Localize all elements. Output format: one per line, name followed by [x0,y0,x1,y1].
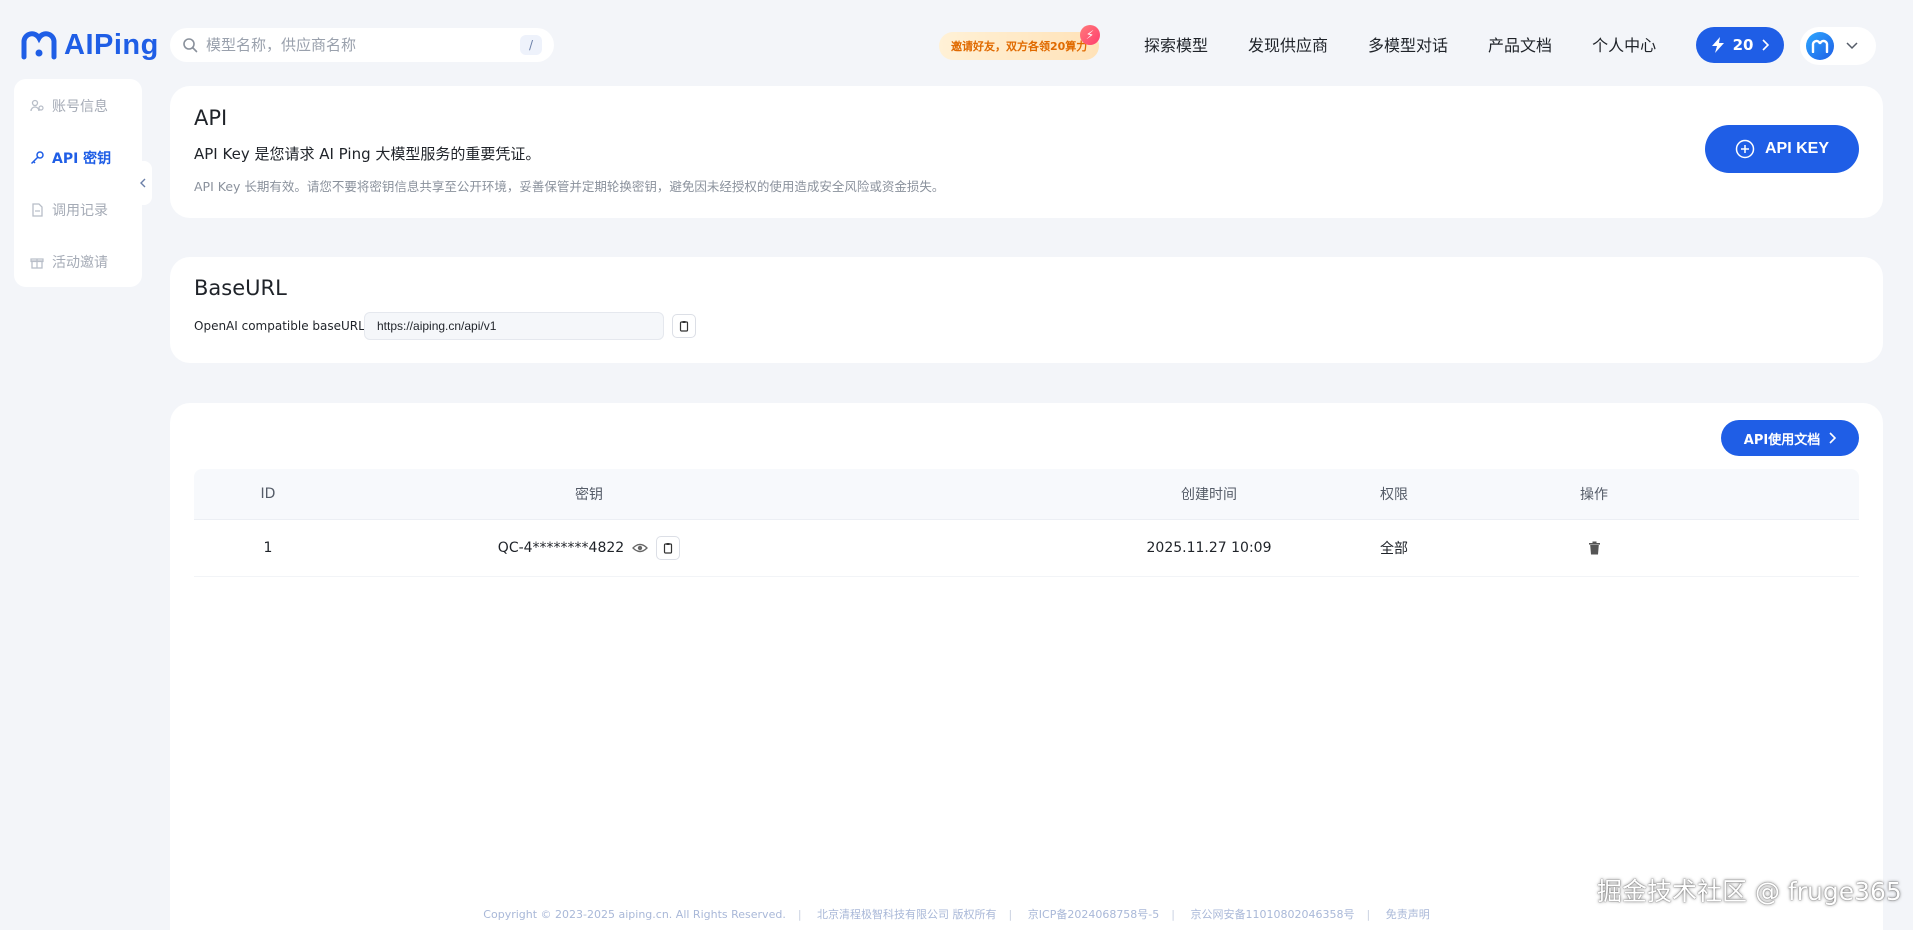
top-header: AIPing / 邀请好友，双方各领20算力 ⚡ 探索模型 发现供应商 多模型对… [0,0,1913,90]
chevron-right-icon [1762,39,1770,51]
user-menu[interactable] [1800,27,1876,65]
nav-product-docs[interactable]: 产品文档 [1488,33,1552,59]
chevron-right-icon [1829,432,1837,444]
column-header-actions: 操作 [1580,487,1608,503]
column-header-key: 密钥 [575,487,603,503]
chevron-left-icon [140,178,146,188]
baseurl-card: BaseURL OpenAI compatible baseURL: [170,257,1883,363]
baseurl-title: BaseURL [194,276,287,300]
column-header-id: ID [260,486,276,502]
table-row: 1 QC-4********4822 2025.11.27 10:09 全部 [194,520,1859,577]
search-input[interactable] [206,36,520,54]
avatar[interactable] [1806,32,1834,60]
bolt-icon [1711,37,1724,53]
avatar-logo-icon [1811,39,1829,53]
column-header-permission: 权限 [1380,487,1408,503]
key-icon [30,151,44,165]
create-api-key-label: API KEY [1764,140,1829,157]
sidebar-item-label: 活动邀请 [52,255,108,271]
footer: Copyright © 2023-2025 aiping.cn. All Rig… [483,908,1430,921]
sidebar-item-label: 账号信息 [52,99,108,115]
api-security-note: API Key 长期有效。请您不要将密钥信息共享至公开环境，妥善保管并定期轮换密… [194,179,945,194]
invite-promo-banner[interactable]: 邀请好友，双方各领20算力 [939,32,1100,60]
trash-icon[interactable] [1588,541,1601,555]
row-permission: 全部 [1380,541,1408,557]
row-actions [1494,520,1694,576]
footer-police-link[interactable]: 京公网安备11010802046358号 [1191,908,1355,921]
baseurl-label: OpenAI compatible baseURL: [194,319,369,333]
credits-button[interactable]: 20 [1696,27,1784,63]
footer-disclaimer-link[interactable]: 免责声明 [1386,908,1430,921]
plus-circle-icon [1735,139,1755,159]
baseurl-field[interactable] [364,312,664,340]
sidebar-collapse-toggle[interactable] [134,161,152,205]
chevron-down-icon [1846,42,1858,50]
nav-discover-providers[interactable]: 发现供应商 [1248,33,1328,59]
search-icon [183,38,198,53]
api-docs-label: API使用文档 [1743,432,1821,448]
search-bar[interactable]: / [170,28,554,62]
document-icon [32,203,43,217]
logo-text: AIPing [64,28,159,61]
nav-personal-center[interactable]: 个人中心 [1592,33,1656,59]
row-created-time: 2025.11.27 10:09 [1146,540,1272,556]
lightning-badge-icon: ⚡ [1080,25,1100,45]
api-card-title: API [194,106,228,130]
copy-key-button[interactable] [656,536,681,560]
eye-icon[interactable] [632,542,649,554]
credits-count: 20 [1732,36,1754,54]
sidebar: 账号信息 API 密钥 调用记录 活动邀请 [14,79,142,287]
footer-icp-link[interactable]: 京ICP备2024068758号-5 [1028,908,1160,921]
footer-copyright: Copyright © 2023-2025 aiping.cn. All Rig… [483,908,786,921]
sidebar-item-call-records[interactable]: 调用记录 [30,200,108,220]
logo-mark-icon [21,31,57,60]
sidebar-item-account[interactable]: 账号信息 [30,96,108,116]
footer-company: 北京清程极智科技有限公司 版权所有 [817,908,997,921]
row-id: 1 [263,540,273,556]
create-api-key-button[interactable]: API KEY [1705,125,1859,173]
column-header-created: 创建时间 [1181,487,1237,503]
sidebar-item-label: 调用记录 [52,203,108,219]
row-key-cell: QC-4********4822 [474,520,704,576]
copy-icon [664,543,673,554]
nav-explore-models[interactable]: 探索模型 [1144,33,1208,59]
sidebar-item-api-key[interactable]: API 密钥 [30,148,111,168]
nav-multi-model-chat[interactable]: 多模型对话 [1368,33,1448,59]
gift-icon [30,258,44,269]
search-shortcut-key: / [520,35,542,55]
row-key-value: QC-4********4822 [497,540,625,556]
api-docs-button[interactable]: API使用文档 [1721,420,1859,456]
api-keys-table: ID 密钥 创建时间 权限 操作 1 QC-4********4822 2025… [194,469,1859,577]
copy-baseurl-button[interactable] [672,314,696,338]
user-settings-icon [30,99,44,112]
sidebar-item-label: API 密钥 [52,151,112,167]
copy-icon [679,321,689,332]
main-nav: 探索模型 发现供应商 多模型对话 产品文档 个人中心 [1144,33,1696,59]
api-keys-card: API使用文档 ID 密钥 创建时间 权限 操作 1 QC-4********4… [170,403,1883,930]
api-description: API Key 是您请求 AI Ping 大模型服务的重要凭证。 [194,145,541,163]
logo[interactable]: AIPing [20,28,159,62]
watermark: 掘金技术社区 @ fruge365 [1597,877,1902,906]
table-header: ID 密钥 创建时间 权限 操作 [194,469,1859,520]
sidebar-item-invites[interactable]: 活动邀请 [30,252,108,272]
api-info-card: API API Key 是您请求 AI Ping 大模型服务的重要凭证。 API… [170,86,1883,218]
